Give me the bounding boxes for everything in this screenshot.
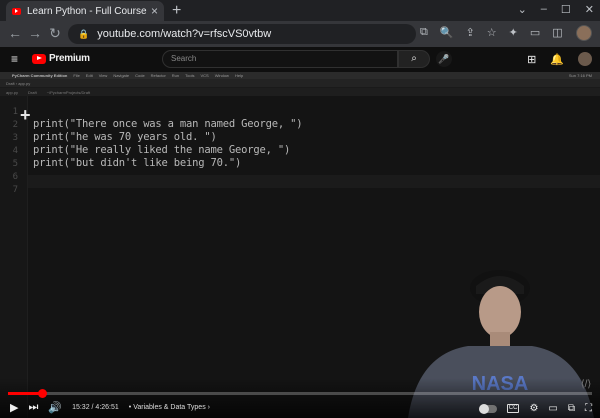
youtube-header: ≡ Premium Search ⌕ 🎤 ⊞ 🔔 [0,47,600,72]
create-icon[interactable]: ⊞ [527,53,536,66]
line-number: 4 [12,146,18,156]
forward-button[interactable]: → [26,25,44,41]
window-controls: ⌄ – ☐ ✕ [518,3,594,16]
line-number: 5 [12,159,18,169]
tab-title: Learn Python - Full Course for B [27,5,147,17]
new-tab-button[interactable]: + [172,2,181,20]
ide-menu-item: Navigate [113,73,130,78]
player-left-controls: ▶ ⏭ 🔊 15:32 / 4:26:51 • Variables & Data… [10,401,210,414]
settings-gear-icon[interactable]: ⚙ [529,403,538,414]
ide-tab: app.py [6,89,19,95]
code-line: print("he was 70 years old. ") [33,131,217,143]
logo-brand-text: Premium [49,53,90,64]
theater-mode-icon[interactable]: ⧉ [568,403,575,414]
minimize-icon[interactable]: – [541,3,547,16]
ide-menu-item: Help [234,73,244,78]
ide-menu-item: VCS [200,73,209,78]
play-button[interactable]: ▶ [10,401,18,414]
line-number: 1 [12,107,18,117]
subtitles-button[interactable]: CC [506,404,520,413]
browser-tab-strip: Learn Python - Full Course for B × + ⌄ –… [0,0,600,21]
url-text: youtube.com/watch?v=rfscVS0vtbw [97,28,272,40]
zoom-icon[interactable]: 🔍 [440,26,454,39]
search-button[interactable]: ⌕ [398,50,430,68]
ide-menu-item: Window [214,73,229,78]
line-number: 3 [12,133,18,143]
ide-menu-item: View [98,73,108,78]
ide-menu-item: Code [135,73,145,78]
reload-button[interactable]: ↻ [46,25,64,42]
browser-toolbar: ← → ↻ 🔒 youtube.com/watch?v=rfscVS0vtbw … [0,21,600,47]
tab-close-icon[interactable]: × [151,4,158,18]
ide-menu-item: Edit [85,73,93,78]
search-input[interactable]: Search [162,50,398,68]
chapter-title[interactable]: • Variables & Data Types › [129,404,210,411]
code-editor: print("There once was a man named George… [33,118,303,170]
scrubber-handle[interactable] [37,389,47,398]
code-line: print("He really liked the name George, … [33,144,291,156]
media-control-icon[interactable]: ▭ [530,26,540,39]
extensions-icon[interactable]: ✦ [509,26,518,39]
share-icon[interactable]: ⇪ [466,26,475,39]
youtube-premium-logo[interactable]: Premium [32,53,90,64]
ide-menu-item: Run [171,73,180,78]
account-avatar[interactable] [578,52,592,66]
guide-menu-icon[interactable]: ≡ [11,52,18,66]
code-line: print("but didn't like being 70.") [33,157,242,169]
voice-search-icon[interactable]: 🎤 [436,51,452,67]
bookmark-star-icon[interactable]: ☆ [487,26,497,39]
tab-search-icon[interactable]: ⌄ [518,3,527,16]
ide-menu-item: Tools [185,73,195,78]
next-button[interactable]: ⏭ [28,401,38,414]
ide-tab: Draft [28,89,37,95]
ide-app-name: PyCharm Community Edition [12,73,68,78]
miniplayer-icon[interactable]: ▭ [548,403,557,414]
line-number: 7 [12,185,18,195]
crosshair-cursor-icon: + [20,105,31,125]
ide-breadcrumb: Draft › app.py [6,80,31,86]
ide-editor-tabs: app.py Draft ~/PycharmProjects/Draft [0,88,600,96]
youtube-logo-icon [32,53,46,64]
browser-toolbar-icons: ⧉ 🔍 ⇪ ☆ ✦ ▭ ◫ [420,26,563,39]
youtube-header-actions: ⊞ 🔔 [527,52,592,66]
code-line: print("There once was a man named George… [33,118,303,130]
install-app-icon[interactable]: ⧉ [420,26,428,39]
video-player[interactable]: PyCharm Community Edition File Edit View… [0,72,600,418]
progress-bar[interactable] [8,389,592,398]
close-window-icon[interactable]: ✕ [585,3,594,16]
maximize-icon[interactable]: ☐ [561,3,571,16]
ide-tab: ~/PycharmProjects/Draft [46,89,91,95]
ide-line-gutter: 1 2 3 4 5 6 7 [0,96,28,418]
ide-menu-item: Refactor [150,73,166,78]
fullscreen-icon[interactable]: ⛶ [585,403,592,414]
browser-tab[interactable]: Learn Python - Full Course for B × [6,1,164,21]
line-number: 2 [12,120,18,130]
profile-avatar[interactable] [576,25,592,41]
notifications-icon[interactable]: 🔔 [550,53,564,66]
current-line-highlight [28,175,600,188]
line-number: 6 [12,172,18,182]
player-right-controls: CC ⚙ ▭ ⧉ ⛶ [478,403,592,414]
progress-played [8,392,42,395]
volume-icon[interactable]: 🔊 [48,401,62,414]
lock-icon[interactable]: 🔒 [78,29,89,40]
time-display: 15:32 / 4:26:51 [72,404,119,411]
side-panel-icon[interactable]: ◫ [552,26,562,39]
video-mac-menubar: PyCharm Community Edition File Edit View… [0,72,600,79]
mac-clock: Sun 7:16 PM [568,73,592,78]
ide-menu-item: File [73,73,80,78]
autoplay-toggle[interactable] [478,403,497,414]
youtube-favicon-icon [12,7,21,15]
address-bar[interactable]: 🔒 youtube.com/watch?v=rfscVS0vtbw [68,24,416,44]
ide-navigation-bar: Draft › app.py [0,79,600,88]
back-button[interactable]: ← [6,25,24,41]
